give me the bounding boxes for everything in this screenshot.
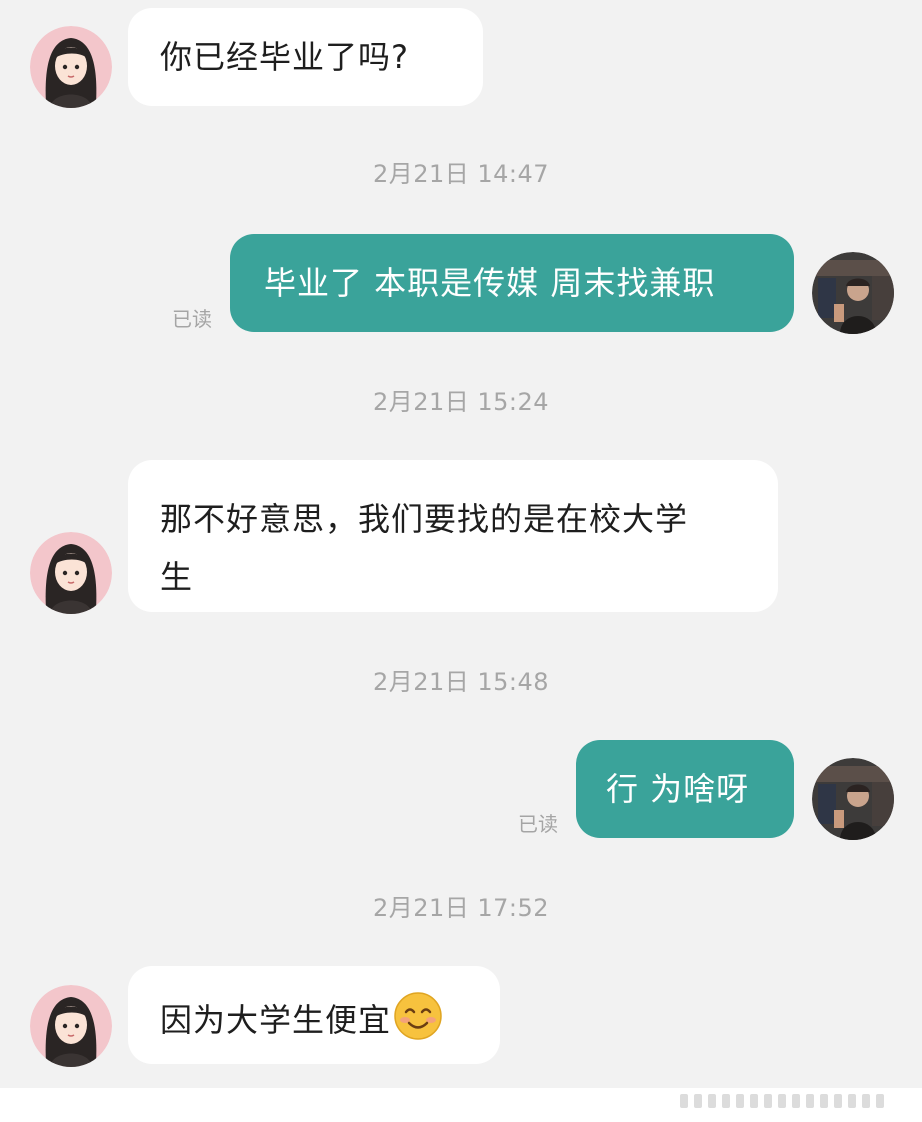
read-status: 已读 — [518, 812, 558, 836]
other-user-avatar[interactable] — [30, 532, 112, 614]
cartoon-girl-avatar-icon — [30, 26, 112, 108]
message-bubble-incoming[interactable]: 因为大学生便宜 — [128, 966, 500, 1064]
message-bubble-outgoing[interactable]: 行 为啥呀 — [576, 740, 794, 838]
timestamp: 2月21日 15:48 — [372, 668, 550, 696]
cartoon-girl-avatar-icon — [30, 532, 112, 614]
timestamp: 2月21日 17:52 — [372, 894, 550, 922]
bottom-strip — [0, 1088, 922, 1122]
photo-avatar-icon — [812, 758, 894, 840]
message-text-line: 那不好意思，我们要找的是在校大学 — [160, 500, 689, 538]
message-bubble-outgoing[interactable]: 毕业了 本职是传媒 周末找兼职 — [230, 234, 794, 332]
message-text-line: 生 — [160, 558, 194, 596]
my-avatar[interactable] — [812, 252, 894, 334]
timestamp: 2月21日 15:24 — [372, 388, 550, 416]
message-bubble-incoming[interactable]: 你已经毕业了吗? — [128, 8, 483, 106]
other-user-avatar[interactable] — [30, 26, 112, 108]
photo-avatar-icon — [812, 252, 894, 334]
timestamp: 2月21日 14:47 — [372, 160, 550, 188]
my-avatar[interactable] — [812, 758, 894, 840]
message-text: 行 为啥呀 — [606, 770, 750, 808]
signal-bars-icon — [680, 1094, 884, 1108]
message-text: 因为大学生便宜 — [160, 1001, 392, 1039]
message-text: 毕业了 本职是传媒 周末找兼职 — [264, 264, 716, 302]
cartoon-girl-avatar-icon — [30, 985, 112, 1067]
message-text: 你已经毕业了吗? — [160, 38, 409, 76]
other-user-avatar[interactable] — [30, 985, 112, 1067]
message-bubble-incoming[interactable]: 那不好意思，我们要找的是在校大学 生 — [128, 460, 778, 612]
read-status: 已读 — [172, 307, 212, 331]
chat-screen: 你已经毕业了吗? 2月21日 14:47 毕业了 本职是传媒 周末找兼职 已读 … — [0, 0, 922, 1122]
smiling-face-emoji-icon — [394, 992, 442, 1040]
